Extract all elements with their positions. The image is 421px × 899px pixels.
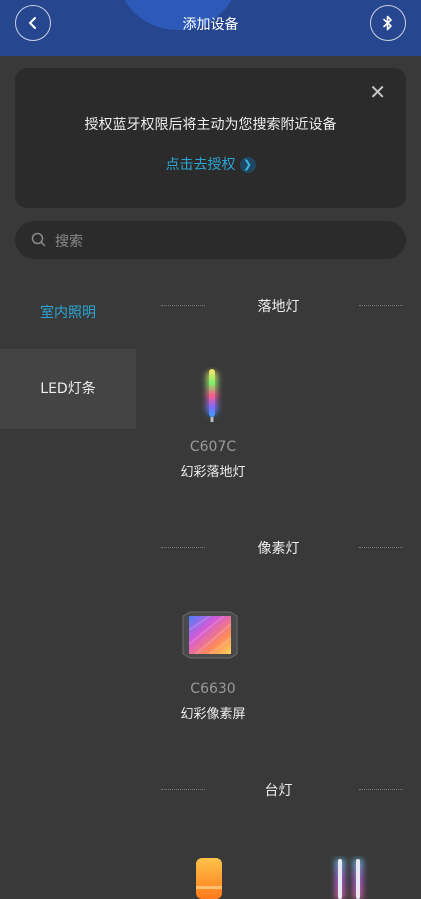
bluetooth-permission-banner: ✕ 授权蓝牙权限后将主动为您搜索附近设备 点击去授权 ❯ [15, 68, 406, 208]
product-name: 幻彩像素屏 [180, 707, 246, 722]
section-title: 像素灯 [257, 541, 300, 557]
product-model: C6630 [190, 681, 236, 697]
authorize-link[interactable]: 点击去授权 ❯ [15, 154, 406, 174]
chevron-right-icon: ❯ [239, 157, 256, 173]
device-sheet: ✕ 授权蓝牙权限后将主动为您搜索附近设备 点击去授权 ❯ 搜索 室内照明 LED灯… [0, 56, 421, 899]
section-title: 落地灯 [257, 299, 300, 315]
product-model: C607C [189, 439, 237, 455]
sidebar-item-led-strip[interactable]: LED灯条 [0, 349, 136, 429]
divider [359, 305, 403, 306]
search-placeholder: 搜索 [55, 234, 83, 250]
bluetooth-icon [383, 15, 392, 31]
section-title: 台灯 [264, 783, 293, 799]
sidebar-item-indoor-lighting[interactable]: 室内照明 [0, 293, 136, 333]
section-header-pixel-lamp: 像素灯 [136, 536, 421, 560]
pixel-screen-image[interactable] [180, 610, 240, 660]
floor-lamp-image[interactable] [198, 367, 226, 423]
product-name: 幻彩落地灯 [180, 465, 246, 480]
search-input[interactable]: 搜索 [15, 221, 406, 259]
product-item-pixel-screen[interactable]: C6630 幻彩像素屏 [138, 681, 288, 722]
banner-message: 授权蓝牙权限后将主动为您搜索附近设备 [84, 117, 337, 133]
divider [359, 547, 403, 548]
authorize-label: 点击去授权 [165, 157, 236, 173]
bluetooth-button[interactable] [370, 5, 406, 41]
divider [359, 789, 403, 790]
light-bar-image[interactable] [328, 856, 370, 899]
page-title: 添加设备 [182, 17, 239, 33]
product-item-floor-lamp[interactable]: C607C 幻彩落地灯 [138, 439, 288, 480]
section-header-floor-lamp: 落地灯 [136, 294, 421, 318]
search-icon [31, 232, 46, 247]
header-bar: 添加设备 [0, 0, 421, 56]
table-lamp-image[interactable] [192, 856, 226, 899]
section-header-table-lamp: 台灯 [136, 778, 421, 802]
close-banner-button[interactable]: ✕ [369, 82, 386, 102]
